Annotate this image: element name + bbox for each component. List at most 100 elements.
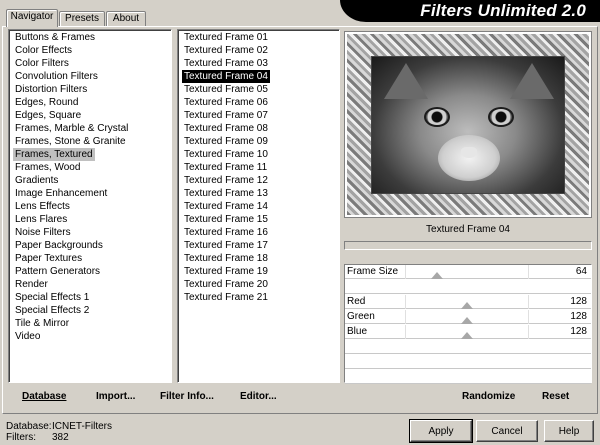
progress-bar — [344, 241, 592, 250]
category-item[interactable]: Frames, Marble & Crystal — [13, 122, 130, 135]
category-item[interactable]: Buttons & Frames — [13, 31, 97, 44]
filter-item[interactable]: Textured Frame 04 — [182, 70, 270, 83]
category-item[interactable]: Lens Effects — [13, 200, 72, 213]
tab-navigator[interactable]: Navigator — [6, 9, 58, 27]
database-status: Database:ICNET-Filters — [6, 421, 112, 432]
filter-item[interactable]: Textured Frame 10 — [182, 148, 270, 161]
category-item[interactable]: Frames, Stone & Granite — [13, 135, 128, 148]
filter-item[interactable]: Textured Frame 20 — [182, 278, 270, 291]
tab-about[interactable]: About — [106, 11, 146, 26]
category-item[interactable]: Pattern Generators — [13, 265, 102, 278]
filter-info-label: Filter Info... — [160, 391, 214, 402]
slider-thumb[interactable] — [461, 302, 473, 309]
cat-nose — [461, 147, 477, 158]
category-item[interactable]: Color Filters — [13, 57, 71, 70]
cat-ear-left — [384, 63, 428, 99]
param-slider[interactable] — [405, 295, 529, 309]
category-item[interactable]: Render — [13, 278, 50, 291]
tab-label: About — [112, 13, 140, 24]
category-item[interactable]: Frames, Wood — [13, 161, 82, 174]
category-item[interactable]: Lens Flares — [13, 213, 69, 226]
category-list[interactable]: Buttons & Frames Color Effects Color Filte… — [8, 29, 172, 383]
category-item[interactable]: Video — [13, 330, 42, 343]
category-item[interactable]: Special Effects 2 — [13, 304, 91, 317]
tab-presets[interactable]: Presets — [59, 11, 105, 26]
param-row: Green 128 — [345, 310, 591, 324]
filter-item[interactable]: Textured Frame 15 — [182, 213, 270, 226]
filter-item[interactable]: Textured Frame 03 — [182, 57, 270, 70]
param-value: 128 — [570, 326, 587, 337]
database-button[interactable]: Database — [22, 391, 66, 402]
database-status-label: Database: — [6, 421, 52, 432]
filter-item[interactable]: Textured Frame 18 — [182, 252, 270, 265]
param-slider[interactable] — [405, 310, 529, 324]
category-item[interactable]: Distortion Filters — [13, 83, 89, 96]
filter-item[interactable]: Textured Frame 01 — [182, 31, 270, 44]
cat-eye-right — [488, 107, 514, 127]
param-value: 128 — [570, 296, 587, 307]
app-title: Filters Unlimited 2.0 — [420, 1, 586, 20]
cancel-label: Cancel — [491, 425, 523, 437]
filters-status: Filters: 382 — [6, 432, 69, 443]
filter-item[interactable]: Textured Frame 13 — [182, 187, 270, 200]
randomize-label: Randomize — [462, 391, 516, 402]
param-label: Blue — [347, 326, 368, 337]
category-item[interactable]: Edges, Square — [13, 109, 83, 122]
filter-item[interactable]: Textured Frame 19 — [182, 265, 270, 278]
filter-item[interactable]: Textured Frame 09 — [182, 135, 270, 148]
preview-pane — [344, 31, 592, 218]
category-item[interactable]: Special Effects 1 — [13, 291, 91, 304]
filters-status-value: 382 — [52, 432, 69, 443]
apply-button[interactable]: Apply — [409, 419, 473, 443]
filter-item[interactable]: Textured Frame 07 — [182, 109, 270, 122]
slider-thumb[interactable] — [461, 317, 473, 324]
param-row: Red 128 — [345, 295, 591, 309]
filter-item[interactable]: Textured Frame 16 — [182, 226, 270, 239]
category-item[interactable]: Paper Backgrounds — [13, 239, 105, 252]
category-item[interactable]: Convolution Filters — [13, 70, 100, 83]
filter-item[interactable]: Textured Frame 05 — [182, 83, 270, 96]
param-row: Blue 128 — [345, 325, 591, 339]
filter-item[interactable]: Textured Frame 02 — [182, 44, 270, 57]
cancel-button[interactable]: Cancel — [476, 420, 538, 442]
filter-item[interactable]: Textured Frame 08 — [182, 122, 270, 135]
param-row: Frame Size 64 — [345, 265, 591, 279]
filter-item[interactable]: Textured Frame 21 — [182, 291, 270, 304]
category-item[interactable]: Frames, Textured — [13, 148, 95, 161]
filter-item[interactable]: Textured Frame 14 — [182, 200, 270, 213]
preview-caption: Textured Frame 04 — [426, 224, 510, 235]
filter-item[interactable]: Textured Frame 17 — [182, 239, 270, 252]
filter-item[interactable]: Textured Frame 06 — [182, 96, 270, 109]
filter-info-button[interactable]: Filter Info... — [160, 391, 214, 402]
param-slider[interactable] — [405, 265, 529, 279]
database-status-value: ICNET-Filters — [52, 421, 112, 432]
category-item[interactable]: Edges, Round — [13, 96, 80, 109]
parameter-sliders: Frame Size 64 Red 128 Green 128 Blue 128 — [344, 264, 592, 384]
reset-button[interactable]: Reset — [542, 391, 569, 402]
slider-thumb[interactable] — [461, 332, 473, 339]
category-item[interactable]: Gradients — [13, 174, 60, 187]
category-item[interactable]: Image Enhancement — [13, 187, 109, 200]
category-item[interactable]: Color Effects — [13, 44, 74, 57]
filter-list[interactable]: Textured Frame 01 Textured Frame 02 Textur… — [177, 29, 340, 383]
editor-button[interactable]: Editor... — [240, 391, 277, 402]
filters-status-label: Filters: — [6, 432, 36, 443]
filter-item[interactable]: Textured Frame 11 — [182, 161, 269, 174]
preview-image — [371, 56, 565, 194]
category-item[interactable]: Tile & Mirror — [13, 317, 71, 330]
category-item[interactable]: Noise Filters — [13, 226, 73, 239]
textured-frame — [347, 34, 589, 215]
cat-ear-right — [510, 63, 554, 99]
param-label: Green — [347, 311, 375, 322]
tab-label: Presets — [65, 13, 99, 24]
title-banner: Filters Unlimited 2.0 — [340, 0, 600, 22]
category-item[interactable]: Paper Textures — [13, 252, 84, 265]
filter-item[interactable]: Textured Frame 12 — [182, 174, 270, 187]
import-button[interactable]: Import... — [96, 391, 135, 402]
param-value: 64 — [575, 266, 587, 277]
param-slider[interactable] — [405, 325, 529, 339]
randomize-button[interactable]: Randomize — [462, 391, 515, 402]
slider-thumb[interactable] — [430, 272, 443, 279]
param-value: 128 — [570, 311, 587, 322]
help-button[interactable]: Help — [544, 420, 594, 442]
